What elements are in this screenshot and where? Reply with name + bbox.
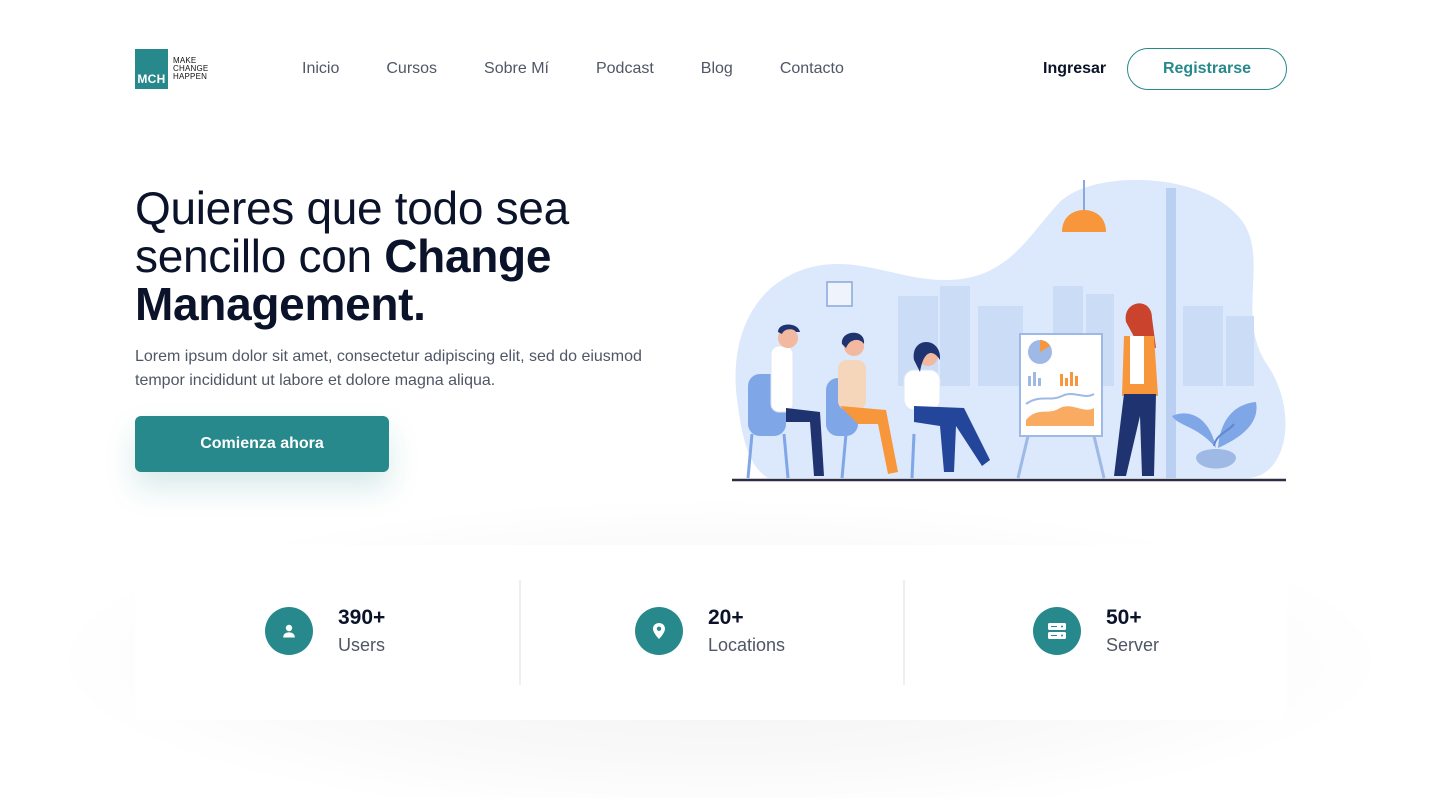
- get-started-button[interactable]: Comienza ahora: [135, 416, 389, 472]
- stat-server: 50+ Server: [1033, 605, 1159, 657]
- logo-mark: MCH: [135, 49, 168, 89]
- stat-locations: 20+ Locations: [635, 605, 785, 657]
- login-link[interactable]: Ingresar: [1043, 59, 1106, 79]
- hero-title: Quieres que todo sea sencillo con Change…: [135, 184, 695, 328]
- stat-label: Server: [1106, 635, 1160, 655]
- nav-link-blog[interactable]: Blog: [701, 59, 733, 79]
- wall-clock: [826, 281, 853, 307]
- stats-divider: [519, 580, 521, 685]
- stat-value: 390+: [338, 606, 386, 629]
- nav-link-inicio[interactable]: Inicio: [302, 59, 339, 79]
- brand-logo[interactable]: MCH MAKE CHANGE HAPPEN: [135, 49, 208, 89]
- nav-link-cursos[interactable]: Cursos: [386, 59, 437, 79]
- logo-line-3: HAPPEN: [173, 72, 208, 81]
- window-column: [1166, 188, 1176, 478]
- stat-label: Users: [338, 635, 386, 655]
- server-icon: [1033, 607, 1081, 655]
- nav-link-contacto[interactable]: Contacto: [780, 59, 844, 79]
- stat-users: 390+ Users: [265, 605, 385, 657]
- stats-divider: [903, 580, 905, 685]
- nav-link-podcast[interactable]: Podcast: [596, 59, 654, 79]
- user-icon: [265, 607, 313, 655]
- stat-users-text: 390+ Users: [338, 605, 385, 657]
- stat-server-text: 50+ Server: [1106, 605, 1159, 657]
- nav-link-sobre-mi[interactable]: Sobre Mí: [484, 59, 549, 79]
- logo-wordmark: MAKE CHANGE HAPPEN: [173, 57, 208, 81]
- stats-card: 390+ Users 20+ Locations 50+ Server: [135, 545, 1287, 720]
- stat-locations-text: 20+ Locations: [708, 605, 785, 657]
- hero-description: Lorem ipsum dolor sit amet, consectetur …: [135, 348, 642, 389]
- stat-value: 20+: [708, 606, 744, 629]
- stat-label: Locations: [708, 635, 786, 655]
- stat-value: 50+: [1106, 606, 1142, 629]
- location-pin-icon: [635, 607, 683, 655]
- signup-button[interactable]: Registrarse: [1127, 48, 1287, 90]
- main-nav: Inicio Cursos Sobre Mí Podcast Blog Cont…: [302, 59, 891, 79]
- team-meeting-illustration: [732, 179, 1286, 482]
